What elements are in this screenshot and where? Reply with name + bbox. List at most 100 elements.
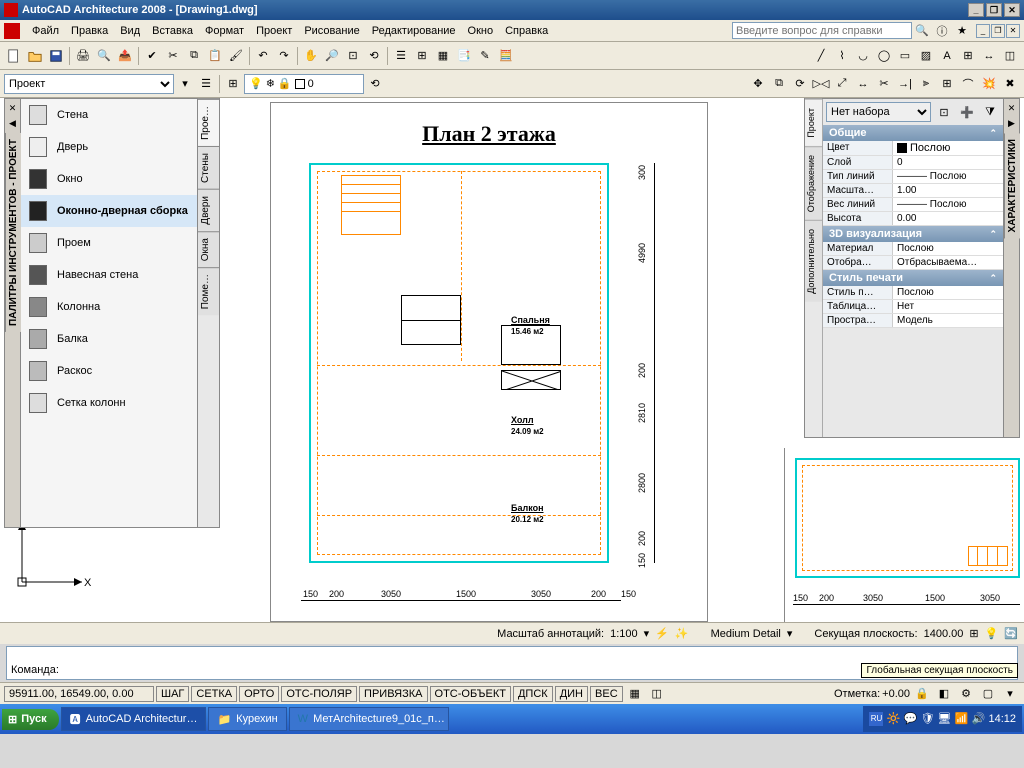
prop-row[interactable]: Таблица…Нет	[823, 300, 1003, 314]
pan-icon[interactable]: ✋	[301, 46, 321, 66]
palette-item-wall[interactable]: Стена	[21, 99, 197, 131]
zoom-window-icon[interactable]: ⊡	[343, 46, 363, 66]
start-button[interactable]: ⊞ Пуск	[2, 709, 59, 730]
anno-scale-value[interactable]: 1:100	[610, 628, 638, 640]
block-tool-icon[interactable]: ◫	[1000, 46, 1020, 66]
offset-icon[interactable]: ⫸	[916, 74, 936, 94]
arc-tool-icon[interactable]: ◡	[853, 46, 873, 66]
coords-readout[interactable]: 95911.00, 16549.00, 0.00	[4, 686, 154, 702]
fillet-icon[interactable]: ⌒	[958, 74, 978, 94]
taskbar-item-word[interactable]: WМетArchitecture9_01c_п…	[289, 707, 449, 731]
menu-project[interactable]: Проект	[250, 23, 298, 39]
palette-item-window[interactable]: Окно	[21, 163, 197, 195]
lock-status-icon[interactable]: 🔒	[912, 684, 932, 704]
filter-icon[interactable]: ⧩	[980, 102, 1000, 122]
anno-vis-icon[interactable]: ⚡	[655, 627, 669, 640]
undo-icon[interactable]: ↶	[253, 46, 273, 66]
copy-obj-icon[interactable]: ⧉	[769, 74, 789, 94]
new-icon[interactable]	[4, 46, 24, 66]
current-layer[interactable]: 0	[308, 78, 314, 90]
preview-icon[interactable]: 🔍	[94, 46, 114, 66]
pickadd-icon[interactable]: ➕	[957, 102, 977, 122]
markup-icon[interactable]: ✎	[475, 46, 495, 66]
cleanscreen-icon[interactable]: ▢	[978, 684, 998, 704]
prop-row[interactable]: Тип линий——— Послою	[823, 170, 1003, 184]
redo-icon[interactable]: ↷	[274, 46, 294, 66]
cutplane-value[interactable]: 1400.00	[924, 628, 964, 640]
lock-icon[interactable]: 🔒	[278, 77, 292, 90]
taskbar-item-folder[interactable]: 📁Курехин	[208, 707, 286, 731]
toggle-grid[interactable]: СЕТКА	[191, 686, 237, 702]
prop-row[interactable]: Простра…Модель	[823, 314, 1003, 328]
menu-insert[interactable]: Вставка	[146, 23, 199, 39]
cutplane-icon[interactable]: ⊞	[969, 627, 978, 640]
palette-tab-rooms[interactable]: Поме…	[198, 267, 219, 315]
secondary-viewport[interactable]: 150 200 3050 1500 3050	[784, 448, 1024, 623]
palette-item-opening[interactable]: Проем	[21, 227, 197, 259]
refresh-icon[interactable]: 🔄	[1004, 627, 1018, 640]
project-combo[interactable]: Проект	[4, 74, 174, 94]
scale-icon[interactable]: ⤢	[832, 74, 852, 94]
close-button[interactable]: ✕	[1004, 3, 1020, 17]
hatch-tool-icon[interactable]: ▨	[916, 46, 936, 66]
bulb-on-icon[interactable]: 💡	[249, 77, 263, 90]
prop-row[interactable]: Высота0.00	[823, 212, 1003, 226]
extend-icon[interactable]: →|	[895, 74, 915, 94]
prop-close-icon[interactable]: ✕	[1008, 103, 1016, 114]
maximize-vp-icon[interactable]: ◫	[647, 684, 667, 704]
array-icon[interactable]: ⊞	[937, 74, 957, 94]
search-icon[interactable]: 🔍	[912, 21, 932, 41]
calc-icon[interactable]: 🧮	[496, 46, 516, 66]
tray-icon[interactable]: 🔆	[886, 712, 900, 726]
rotate-icon[interactable]: ⟳	[790, 74, 810, 94]
table-tool-icon[interactable]: ⊞	[958, 46, 978, 66]
prop-group-general[interactable]: Общие⌃	[823, 125, 1003, 141]
palette-item-colgrid[interactable]: Сетка колонн	[21, 387, 197, 419]
menu-help[interactable]: Справка	[499, 23, 554, 39]
combo-dropdown-icon[interactable]: ▾	[175, 74, 195, 94]
prop-vtab-project[interactable]: Проект	[805, 99, 822, 146]
menu-modify[interactable]: Редактирование	[366, 23, 462, 39]
prop-row[interactable]: Масшта…1.00	[823, 184, 1003, 198]
selection-combo[interactable]: Нет набора	[826, 102, 931, 122]
tray-icon[interactable]: 📶	[954, 712, 968, 726]
palette-tab-project[interactable]: Прое…	[198, 99, 219, 146]
copy-icon[interactable]: ⧉	[184, 46, 204, 66]
taskbar-item-autocad[interactable]: 🅰AutoCAD Architectur…	[61, 707, 207, 731]
restore-button[interactable]: ❐	[986, 3, 1002, 17]
toggle-dyn[interactable]: ДИН	[555, 686, 588, 702]
palette-pin-icon[interactable]: ◀	[9, 118, 16, 129]
dim-tool-icon[interactable]: ↔	[979, 46, 999, 66]
prop-group-plot[interactable]: Стиль печати⌃	[823, 270, 1003, 286]
detail-level[interactable]: Medium Detail	[711, 628, 781, 640]
prop-row[interactable]: Вес линий——— Послою	[823, 198, 1003, 212]
line-tool-icon[interactable]: ╱	[811, 46, 831, 66]
freeze-icon[interactable]: ❄	[266, 77, 275, 90]
menu-view[interactable]: Вид	[114, 23, 146, 39]
minimize-button[interactable]: _	[968, 3, 984, 17]
palette-item-column[interactable]: Колонна	[21, 291, 197, 323]
spell-icon[interactable]: ✔	[142, 46, 162, 66]
prop-pin-icon[interactable]: ▶	[1008, 118, 1015, 129]
tray-icon[interactable]: 🛡	[920, 712, 934, 726]
palette-close-icon[interactable]: ✕	[9, 103, 17, 114]
star-icon[interactable]: ★	[952, 21, 972, 41]
doc-close-button[interactable]: ✕	[1006, 24, 1020, 38]
menu-format[interactable]: Формат	[199, 23, 250, 39]
prop-row[interactable]: МатериалПослою	[823, 242, 1003, 256]
info-icon[interactable]: ⓘ	[932, 21, 952, 41]
prop-row[interactable]: Слой0	[823, 156, 1003, 170]
text-tool-icon[interactable]: A	[937, 46, 957, 66]
publish-icon[interactable]: 📤	[115, 46, 135, 66]
zoom-icon[interactable]: 🔎	[322, 46, 342, 66]
palette-tab-doors[interactable]: Двери	[198, 189, 219, 231]
explode-icon[interactable]: 💥	[979, 74, 999, 94]
match-icon[interactable]: 🖌	[226, 46, 246, 66]
print-icon[interactable]: 🖨	[73, 46, 93, 66]
prop-vtab-display[interactable]: Отображение	[805, 146, 822, 220]
palette-tab-walls[interactable]: Стены	[198, 146, 219, 189]
palette-item-curtainwall[interactable]: Навесная стена	[21, 259, 197, 291]
volume-icon[interactable]: 🔊	[971, 712, 985, 726]
anno-auto-icon[interactable]: ✨	[675, 627, 689, 640]
hardware-icon[interactable]: ⚙	[956, 684, 976, 704]
